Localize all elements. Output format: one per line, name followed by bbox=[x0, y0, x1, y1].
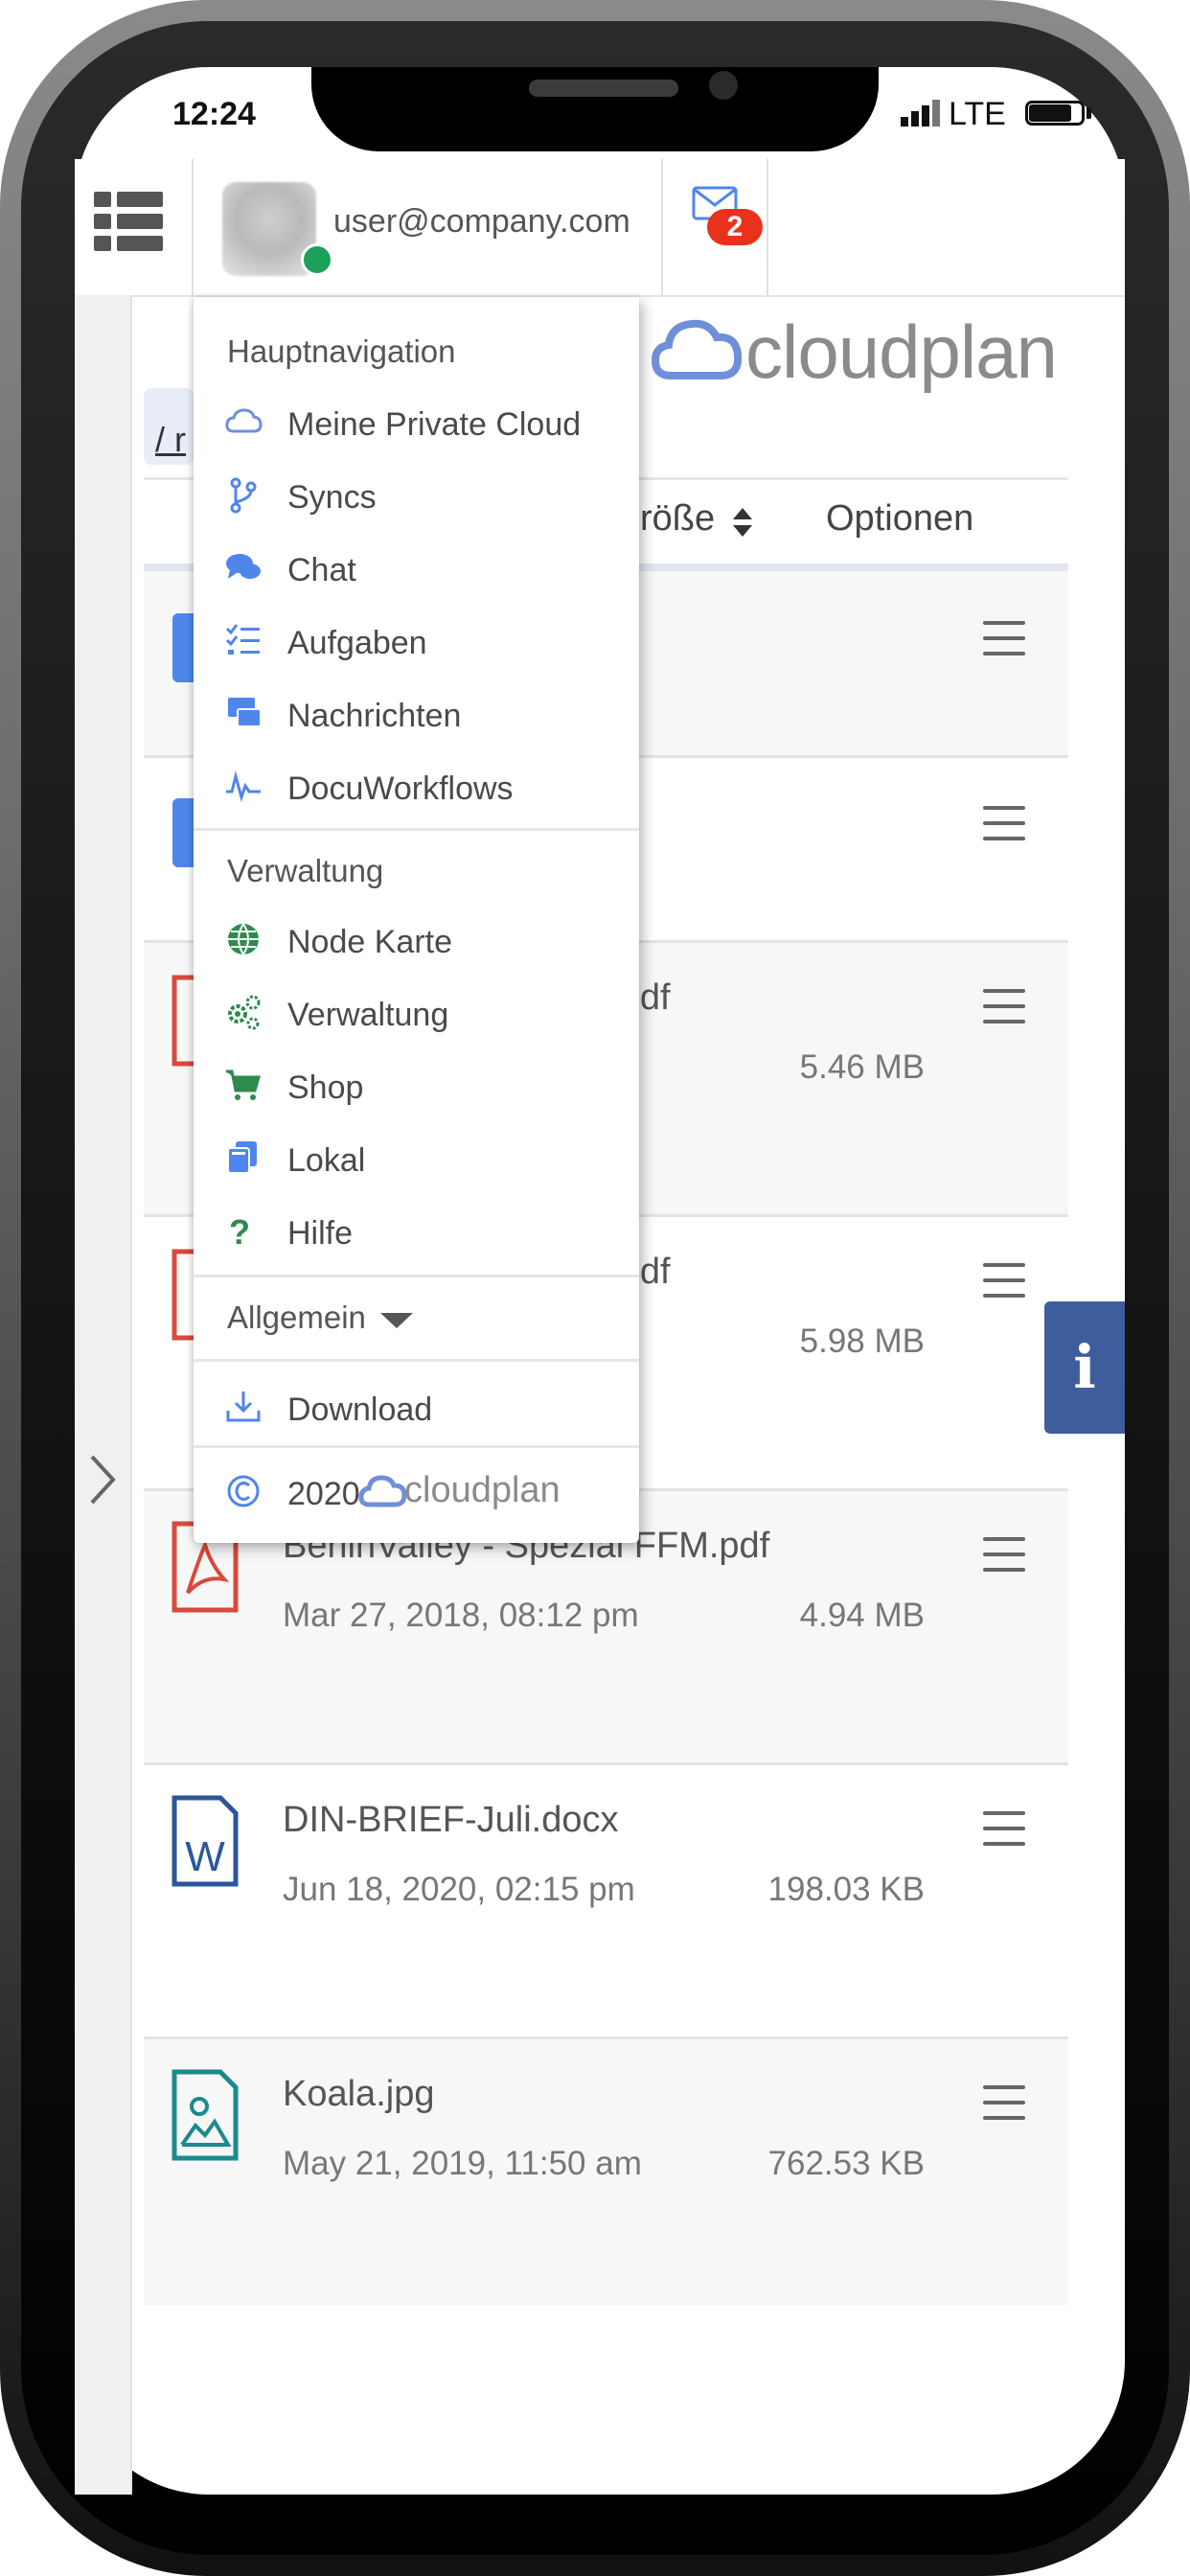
table-row[interactable]: W DIN-BRIEF-Juli.docx Jun 18, 2020, 02:1… bbox=[144, 1765, 1068, 2039]
menu-item-administration[interactable]: Verwaltung bbox=[194, 979, 639, 1048]
row-options-icon[interactable] bbox=[983, 989, 1025, 1035]
battery-tip bbox=[1087, 107, 1091, 119]
branch-icon bbox=[224, 475, 263, 514]
cloudplan-logo-small bbox=[358, 1470, 408, 1508]
menu-item-label: Shop bbox=[287, 1070, 364, 1106]
tasks-icon bbox=[224, 621, 263, 659]
menu-item-label: Syncs bbox=[287, 479, 377, 516]
menu-item-shop[interactable]: Shop bbox=[194, 1052, 639, 1121]
menu-divider bbox=[194, 828, 639, 831]
file-name[interactable]: Koala.jpg bbox=[283, 2074, 434, 2115]
navigation-menu: Hauptnavigation Meine Private Cloud Sync… bbox=[194, 297, 639, 1543]
row-options-icon[interactable] bbox=[983, 621, 1025, 667]
menu-section-main: Hauptnavigation bbox=[227, 334, 456, 369]
menu-item-syncs[interactable]: Syncs bbox=[194, 462, 639, 531]
menu-item-label: Meine Private Cloud bbox=[287, 406, 582, 443]
menu-divider bbox=[194, 1359, 639, 1362]
row-options-icon[interactable] bbox=[983, 2085, 1025, 2131]
column-options-header: Optionen bbox=[826, 498, 974, 539]
caret-down-icon bbox=[380, 1301, 414, 1338]
signal-icon bbox=[901, 100, 941, 126]
file-size: 198.03 KB bbox=[767, 1871, 925, 1908]
column-size-header[interactable]: röße bbox=[640, 498, 715, 540]
row-options-icon[interactable] bbox=[983, 806, 1025, 852]
sort-icon[interactable] bbox=[732, 506, 753, 539]
signature-icon bbox=[224, 767, 263, 805]
grid-menu-icon[interactable] bbox=[94, 192, 163, 251]
menu-copyright: 2020 cloudplan bbox=[194, 1459, 639, 1528]
logo-text: cloudplan bbox=[745, 310, 1058, 394]
info-panel-toggle[interactable]: i bbox=[1044, 1301, 1125, 1434]
logo-cloud-icon bbox=[651, 314, 743, 380]
menu-item-node-map[interactable]: Node Karte bbox=[194, 907, 639, 976]
breadcrumb-text[interactable]: / r bbox=[155, 420, 186, 460]
cart-icon bbox=[224, 1066, 263, 1104]
row-options-icon[interactable] bbox=[983, 1811, 1025, 1857]
svg-text:W: W bbox=[185, 1833, 225, 1880]
menu-item-download[interactable]: Download bbox=[194, 1374, 639, 1443]
file-date: Jun 18, 2020, 02:15 pm bbox=[283, 1871, 635, 1908]
row-options-icon[interactable] bbox=[983, 1263, 1025, 1309]
camera bbox=[709, 71, 738, 100]
menu-item-label: Download bbox=[287, 1392, 433, 1428]
chat-icon bbox=[224, 548, 263, 586]
battery-level bbox=[1029, 104, 1071, 122]
copyright-icon bbox=[224, 1472, 263, 1510]
menu-divider bbox=[194, 1445, 639, 1448]
menu-divider bbox=[194, 1275, 639, 1277]
svg-text:?: ? bbox=[229, 1212, 250, 1250]
menu-item-label: DocuWorkflows bbox=[287, 770, 514, 807]
menu-item-label: Aufgaben bbox=[287, 625, 427, 661]
expand-sidebar-icon[interactable] bbox=[84, 1453, 119, 1511]
user-email[interactable]: user@company.com bbox=[333, 203, 630, 241]
file-size: 5.46 MB bbox=[799, 1048, 925, 1086]
menu-section-admin: Verwaltung bbox=[227, 853, 384, 888]
header-divider bbox=[767, 159, 768, 295]
menu-item-messages[interactable]: Nachrichten bbox=[194, 680, 639, 749]
table-row[interactable]: Koala.jpg May 21, 2019, 11:50 am 762.53 … bbox=[144, 2039, 1068, 2305]
messages-icon bbox=[224, 694, 263, 732]
menu-item-label: Verwaltung bbox=[287, 997, 449, 1033]
copyright-brand: cloudplan bbox=[404, 1470, 561, 1510]
menu-item-private-cloud[interactable]: Meine Private Cloud bbox=[194, 389, 639, 458]
help-icon: ? bbox=[224, 1211, 263, 1252]
row-options-icon[interactable] bbox=[983, 1537, 1025, 1583]
speaker bbox=[529, 80, 678, 97]
status-time: 12:24 bbox=[172, 96, 256, 132]
header-divider bbox=[192, 159, 194, 295]
file-size: 5.98 MB bbox=[799, 1322, 925, 1360]
file-date: May 21, 2019, 11:50 am bbox=[283, 2145, 642, 2182]
copyright-year: 2020 bbox=[287, 1476, 360, 1512]
menu-section-general[interactable]: Allgemein bbox=[227, 1300, 414, 1338]
header-divider bbox=[661, 159, 663, 295]
word-document-icon: W bbox=[171, 1794, 240, 1893]
file-name[interactable]: DIN-BRIEF-Juli.docx bbox=[283, 1800, 619, 1841]
menu-section-general-label: Allgemein bbox=[227, 1300, 366, 1335]
cloud-icon bbox=[224, 402, 263, 441]
menu-item-docuworkflows[interactable]: DocuWorkflows bbox=[194, 753, 639, 822]
menu-item-label: Nachrichten bbox=[287, 698, 462, 734]
cogs-icon bbox=[224, 993, 263, 1031]
menu-item-tasks[interactable]: Aufgaben bbox=[194, 608, 639, 677]
menu-item-help[interactable]: ? Hilfe bbox=[194, 1198, 639, 1267]
file-size: 4.94 MB bbox=[799, 1597, 925, 1634]
network-label: LTE bbox=[949, 96, 1006, 132]
menu-item-local[interactable]: Lokal bbox=[194, 1125, 639, 1194]
menu-item-label: Chat bbox=[287, 552, 356, 588]
menu-item-label: Lokal bbox=[287, 1142, 366, 1179]
online-status-dot bbox=[301, 243, 333, 276]
local-icon bbox=[224, 1138, 263, 1177]
image-file-icon bbox=[171, 2068, 240, 2167]
sidebar-collapsed bbox=[75, 295, 132, 2495]
file-date: Mar 27, 2018, 08:12 pm bbox=[283, 1597, 639, 1634]
file-size: 762.53 KB bbox=[767, 2145, 925, 2182]
messages-badge: 2 bbox=[707, 209, 763, 245]
menu-item-label: Hilfe bbox=[287, 1215, 354, 1252]
menu-item-label: Node Karte bbox=[287, 924, 452, 960]
globe-icon bbox=[224, 920, 263, 958]
download-icon bbox=[224, 1388, 263, 1426]
menu-item-chat[interactable]: Chat bbox=[194, 535, 639, 604]
